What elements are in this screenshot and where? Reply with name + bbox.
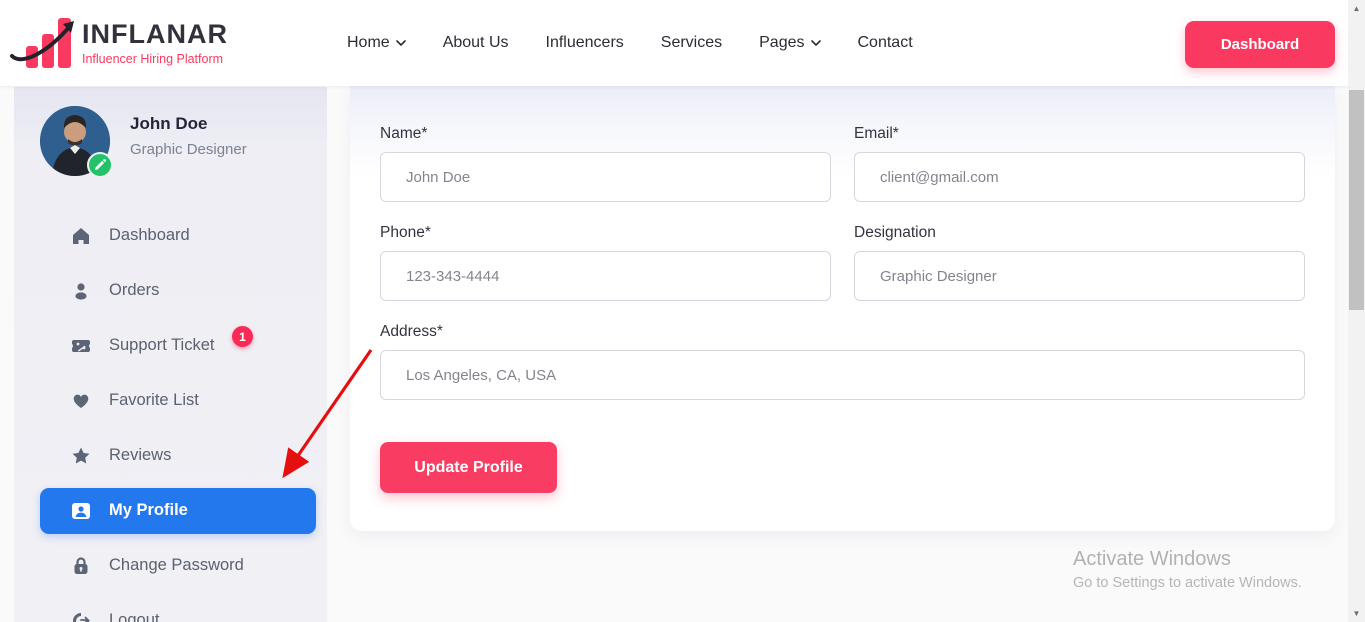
avatar [40, 106, 110, 176]
nav-item-home[interactable]: Home [347, 34, 406, 52]
sidebar-item-orders[interactable]: Orders [14, 263, 327, 318]
page: INFLANAR Influencer Hiring Platform Home… [0, 0, 1348, 622]
name-input[interactable] [380, 152, 831, 202]
scrollbar-thumb[interactable] [1349, 90, 1364, 310]
sidebar-item-dashboard[interactable]: Dashboard [14, 208, 327, 263]
nav-item-influencers[interactable]: Influencers [546, 34, 624, 52]
field-address: Address* [380, 323, 1305, 400]
user-icon [70, 280, 92, 302]
vertical-scrollbar[interactable]: ▲ ▼ [1348, 0, 1365, 622]
pencil-icon [94, 159, 106, 171]
user-profile-summary: John Doe Graphic Designer [40, 106, 247, 176]
scroll-up-button[interactable]: ▲ [1348, 0, 1365, 17]
lock-icon [70, 555, 92, 577]
update-profile-form: Name* Email* Phone* Designation Address* [380, 125, 1305, 422]
phone-input[interactable] [380, 251, 831, 301]
dashboard-button[interactable]: Dashboard [1185, 21, 1335, 68]
support-ticket-count-badge: 1 [232, 326, 253, 347]
edit-avatar-button[interactable] [87, 152, 113, 178]
email-input[interactable] [854, 152, 1305, 202]
brand-logo[interactable]: INFLANAR Influencer Hiring Platform [16, 10, 228, 72]
home-icon [70, 225, 92, 247]
profile-card-icon [70, 500, 92, 522]
user-name: John Doe [130, 114, 247, 134]
nav-item-pages[interactable]: Pages [759, 34, 820, 52]
field-designation: Designation [854, 224, 1305, 301]
field-phone: Phone* [380, 224, 831, 301]
ticket-icon [70, 335, 92, 357]
sidebar-menu: Dashboard Orders Support Ticket 1 Favor [14, 208, 327, 622]
update-profile-button[interactable]: Update Profile [380, 442, 557, 493]
designation-label: Designation [854, 224, 1305, 242]
sidebar-item-logout[interactable]: Logout [14, 593, 327, 622]
field-name: Name* [380, 125, 831, 202]
sidebar-item-reviews[interactable]: Reviews [14, 428, 327, 483]
sidebar-item-favorite-list[interactable]: Favorite List [14, 373, 327, 428]
dashboard-sidebar: John Doe Graphic Designer Dashboard Orde… [14, 87, 327, 622]
scroll-down-button[interactable]: ▼ [1348, 605, 1365, 622]
chevron-down-icon [811, 40, 821, 46]
address-label: Address* [380, 323, 1305, 341]
profile-form-card: Name* Email* Phone* Designation Address*… [350, 85, 1335, 531]
activate-windows-watermark: Activate Windows Go to Settings to activ… [1073, 548, 1302, 591]
chevron-down-icon [396, 40, 406, 46]
top-navbar: INFLANAR Influencer Hiring Platform Home… [0, 0, 1348, 86]
logout-icon [70, 610, 92, 622]
brand-name: INFLANAR [82, 19, 228, 49]
email-label: Email* [854, 125, 1305, 143]
heart-icon [70, 390, 92, 412]
nav-item-contact[interactable]: Contact [858, 34, 913, 52]
bar-chart-logo-icon [16, 10, 72, 72]
user-role: Graphic Designer [130, 141, 247, 158]
address-input[interactable] [380, 350, 1305, 400]
sidebar-item-support-ticket[interactable]: Support Ticket 1 [14, 318, 327, 373]
brand-tagline: Influencer Hiring Platform [82, 52, 228, 66]
sidebar-item-change-password[interactable]: Change Password [14, 538, 327, 593]
main-nav: Home About Us Influencers Services Pages… [347, 0, 913, 86]
phone-label: Phone* [380, 224, 831, 242]
arrow-swoosh-icon [8, 10, 80, 72]
star-icon [70, 445, 92, 467]
nav-item-about-us[interactable]: About Us [443, 34, 509, 52]
nav-item-services[interactable]: Services [661, 34, 722, 52]
name-label: Name* [380, 125, 831, 143]
sidebar-item-my-profile[interactable]: My Profile [40, 488, 316, 534]
field-email: Email* [854, 125, 1305, 202]
designation-input[interactable] [854, 251, 1305, 301]
